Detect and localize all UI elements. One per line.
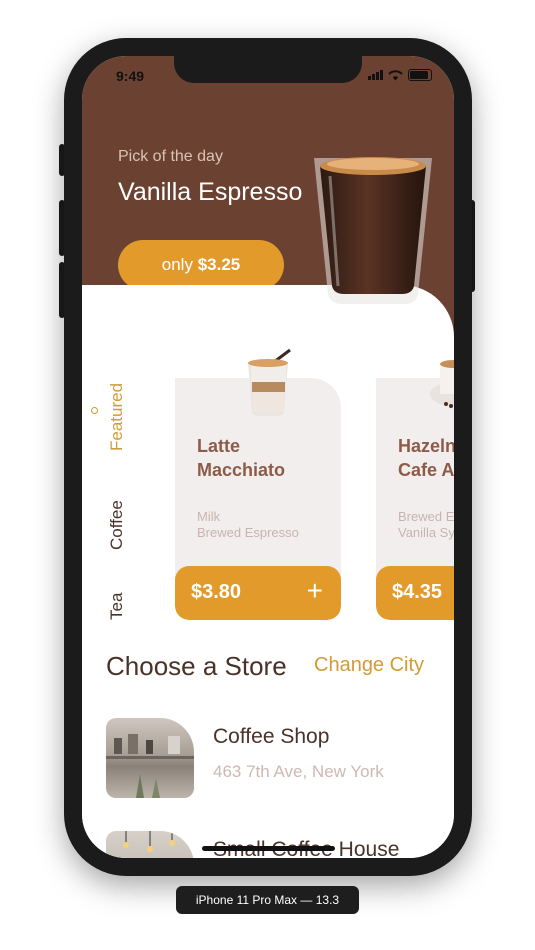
add-to-cart-button[interactable]: + — [307, 575, 323, 607]
status-icons — [368, 69, 432, 81]
status-time: 9:49 — [116, 68, 145, 84]
signal-icon — [368, 70, 383, 80]
tab-featured[interactable]: Featured — [107, 383, 127, 451]
tab-coffee-label: Coffee — [107, 500, 126, 550]
price-prefix: only — [161, 255, 193, 274]
home-indicator[interactable] — [202, 846, 335, 851]
active-tab-indicator — [91, 407, 98, 414]
store-address: 463 7th Ave, New York — [213, 762, 384, 781]
choose-store-heading: Choose a Store — [106, 651, 287, 681]
coffee-cup-image — [430, 360, 454, 408]
change-city-link[interactable]: Change City — [314, 654, 424, 677]
product-card[interactable]: HazelnutCafe Au Lait Brewed EspressoVani… — [376, 378, 454, 620]
latte-macchiato-image — [248, 348, 291, 416]
product-ingredients: Milk Brewed Espresso — [197, 509, 299, 540]
app-screen: Pick of the day Vanilla Espresso only $3… — [82, 56, 454, 858]
product-price: $3.80 — [191, 581, 242, 603]
battery-icon — [408, 69, 432, 81]
featured-product-name: Vanilla Espresso — [118, 178, 303, 206]
product-ingredients: Brewed EspressoVanilla Syrup — [398, 509, 454, 540]
store-thumbnail — [106, 718, 194, 798]
product-name: Latte Macchiato — [197, 436, 286, 480]
product-price: $4.35 — [392, 581, 443, 603]
device-label: iPhone 11 Pro Max — 13.3 — [176, 886, 359, 914]
card-price-bar: $3.80 + — [175, 566, 341, 620]
featured-price-button[interactable]: only $3.25 — [118, 240, 284, 290]
featured-price: $3.25 — [197, 255, 241, 274]
product-name: HazelnutCafe Au Lait — [398, 436, 454, 480]
pick-of-day-label: Pick of the day — [118, 148, 223, 165]
wifi-icon — [388, 69, 403, 80]
tab-coffee[interactable]: Coffee — [107, 500, 127, 550]
store-name: Coffee Shop — [213, 725, 330, 748]
card-price-bar: $4.35 + — [376, 566, 454, 620]
tab-featured-label: Featured — [107, 382, 126, 451]
tab-tea[interactable]: Tea — [107, 593, 127, 620]
espresso-glass-image — [314, 157, 432, 304]
device-notch — [174, 56, 362, 83]
tab-tea-label: Tea — [107, 592, 126, 620]
